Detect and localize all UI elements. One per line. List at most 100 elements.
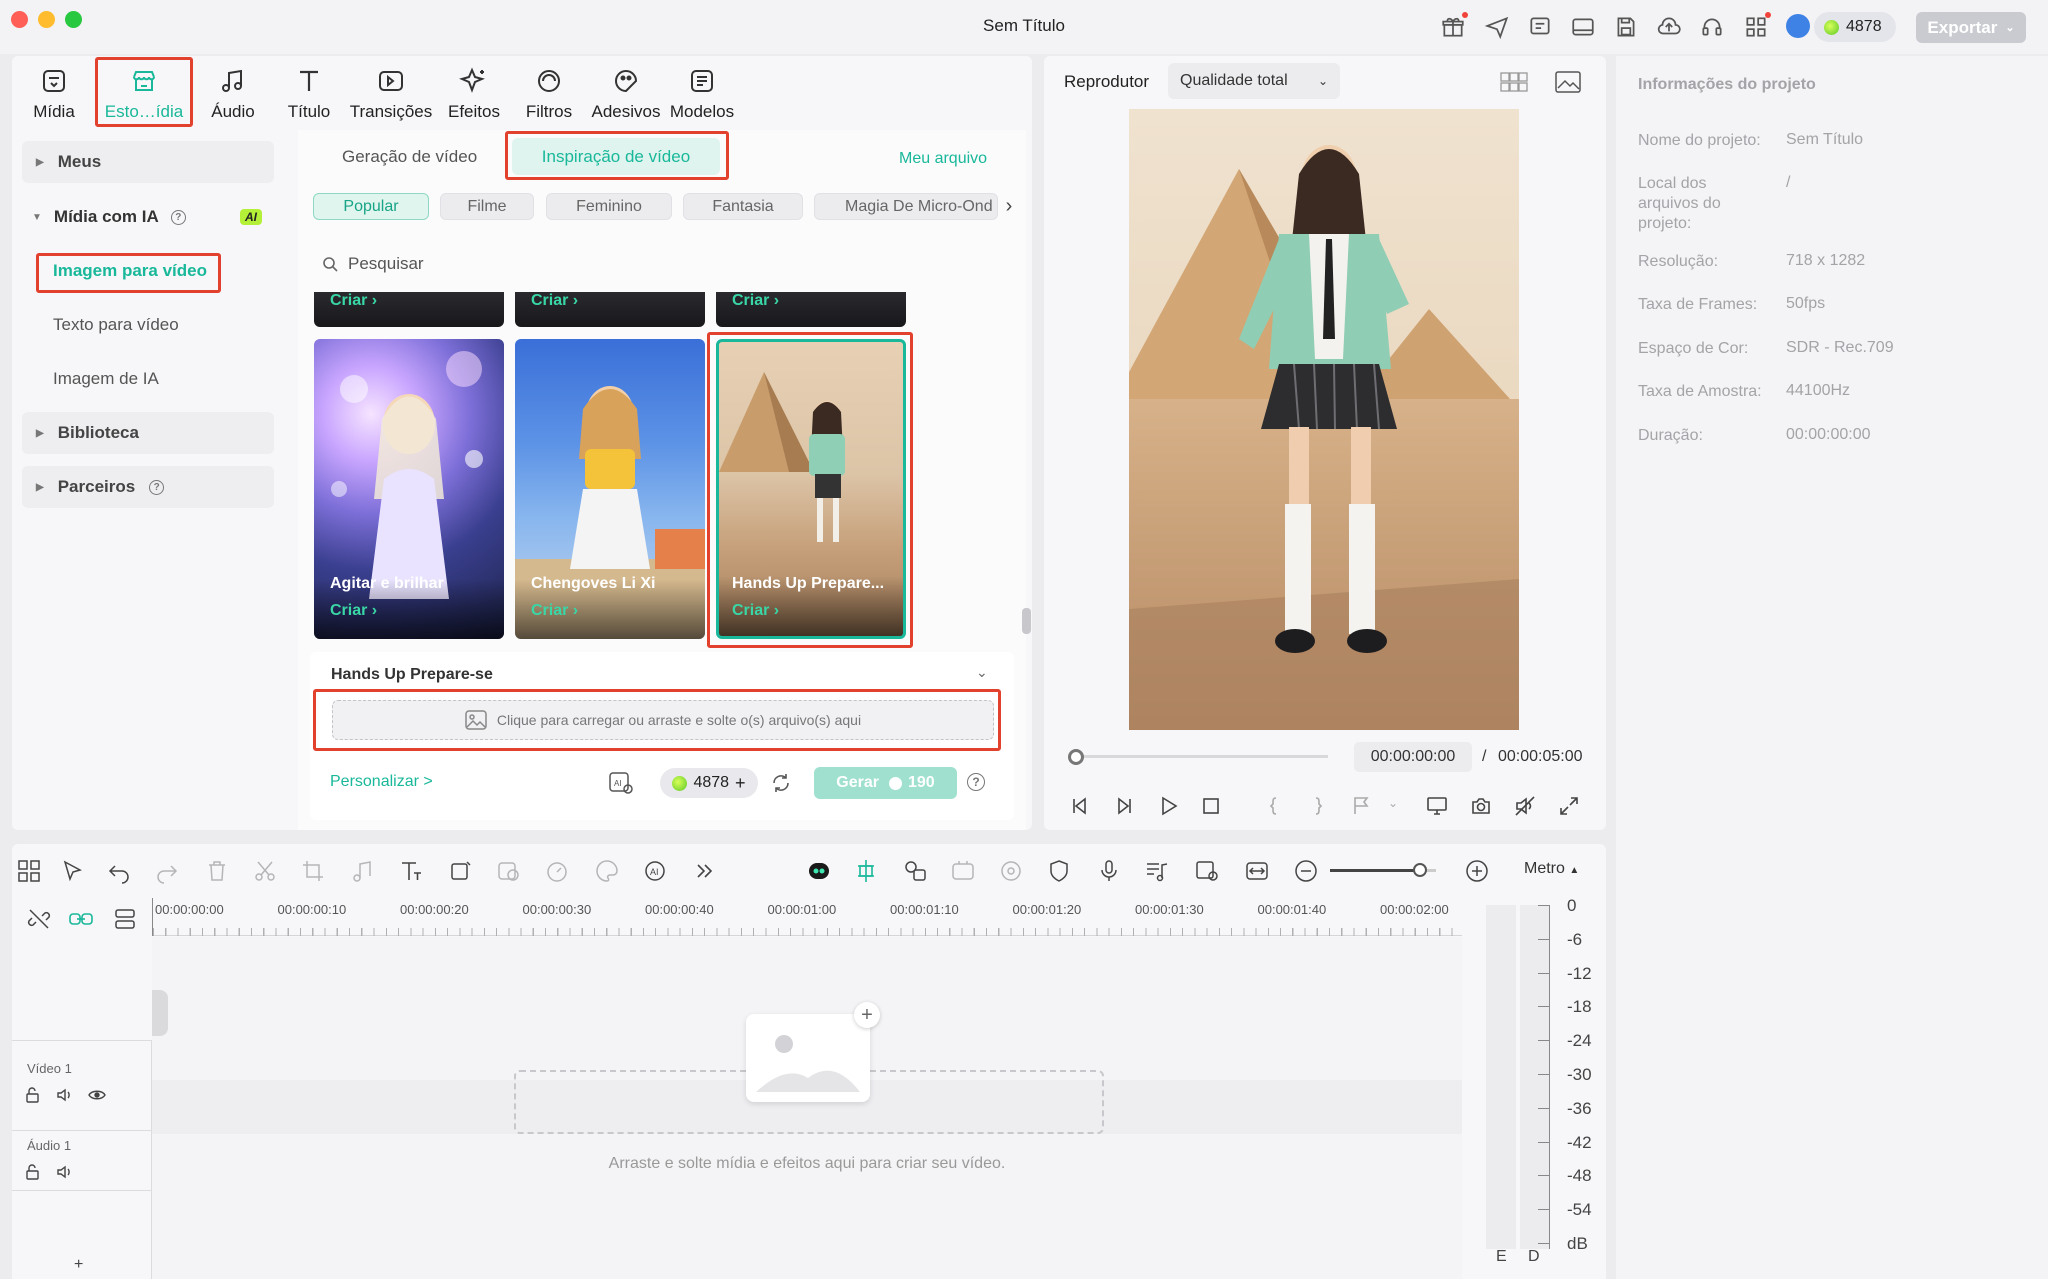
my-file-link[interactable]: Meu arquivo [899,150,987,168]
add-media-icon[interactable]: + [854,1002,880,1028]
quality-select[interactable]: Qualidade total ⌄ [1168,63,1340,99]
sidebar-section-meus[interactable]: ▶ Meus [22,141,274,183]
sidebar-item-text-to-video[interactable]: Texto para vídeo [53,315,179,335]
auto-snap-icon[interactable] [853,858,879,884]
chip-microwave-magic[interactable]: Magia De Micro-Ond [814,193,998,220]
playback-progress-track[interactable] [1074,755,1328,758]
video-preview[interactable] [1129,109,1519,730]
mark-out-icon[interactable] [1306,794,1330,818]
template-card-prev-2[interactable]: Criar › [515,292,705,327]
avatar[interactable] [1786,14,1810,38]
template-card-prev-1[interactable]: Criar › [314,292,504,327]
zoom-slider-handle[interactable] [1413,863,1428,877]
previous-frame-icon[interactable] [1068,794,1092,818]
feedback-icon[interactable] [1527,14,1553,40]
help-icon[interactable]: ? [170,209,186,225]
playhead-handle[interactable] [1068,749,1084,765]
track-volume-icon[interactable] [56,1086,74,1104]
template-card-prev-3[interactable]: Criar › [716,292,906,327]
link-icon[interactable] [68,906,94,932]
export-button[interactable]: Exportar ⌄ [1916,12,2026,43]
sidebar-section-ai-media[interactable]: ▼ Mídia com IA ? AI [22,201,274,233]
credits-badge[interactable]: 4878 [1814,12,1896,42]
shape-tool-icon[interactable] [448,858,474,884]
zoom-out-icon[interactable] [1293,858,1319,884]
chip-popular[interactable]: Popular [313,193,429,220]
text-tool-icon[interactable] [398,858,424,884]
refresh-icon[interactable] [770,772,792,794]
next-frame-icon[interactable] [1112,794,1136,818]
track-visibility-eye-icon[interactable] [88,1086,106,1104]
image-view-icon[interactable] [1555,70,1581,94]
ai-audio-icon[interactable]: AI [642,858,668,884]
template-card-agitar[interactable]: Agitar e brilhar Criar › [314,339,504,639]
save-icon[interactable] [1613,14,1639,40]
microphone-icon[interactable] [1096,858,1122,884]
add-track-button[interactable]: + [74,1256,83,1274]
tab-video-generation[interactable]: Geração de vídeo [342,147,477,167]
tab-templates[interactable]: Modelos [656,60,748,122]
sidebar-item-ai-image[interactable]: Imagem de IA [53,369,159,389]
lock-track-icon[interactable] [24,1086,42,1104]
grid-view-icon[interactable] [1500,71,1528,93]
content-scrollbar[interactable] [1022,608,1031,634]
cloud-upload-icon[interactable] [1656,14,1682,40]
search-input[interactable]: Pesquisar [322,254,424,274]
layout-icon[interactable] [1570,14,1596,40]
help-icon[interactable]: ? [149,479,165,495]
card-create-link[interactable]: Criar › [531,602,578,620]
generate-button[interactable]: Gerar 190 [814,767,957,799]
preview-eye-icon[interactable] [1194,858,1220,884]
chip-film[interactable]: Filme [440,193,534,220]
audio-list-icon[interactable] [1144,858,1170,884]
card-create-link[interactable]: Criar › [330,602,377,620]
scene-detect-icon[interactable] [902,858,928,884]
track-volume-icon[interactable] [56,1163,74,1181]
meter-menu[interactable]: Metro ▲ [1524,860,1579,878]
customize-link[interactable]: Personalizar > [330,773,433,791]
headset-icon[interactable] [1699,14,1725,40]
sidebar-section-parceiros[interactable]: ▶ Parceiros ? [22,466,274,508]
send-icon[interactable] [1484,14,1510,40]
chip-feminine[interactable]: Feminino [546,193,672,220]
speed-icon[interactable] [544,858,570,884]
unlink-icon[interactable] [26,906,52,932]
track-collapse-handle[interactable] [152,990,168,1036]
audio-edit-icon[interactable] [350,858,376,884]
chip-fantasy[interactable]: Fantasia [683,193,803,220]
play-icon[interactable] [1156,794,1180,818]
gift-icon[interactable] [1440,12,1468,40]
more-tools-icon[interactable] [692,858,718,884]
mark-in-icon[interactable] [1262,794,1286,818]
display-icon[interactable] [1425,794,1449,818]
ai-image-icon[interactable]: AI [608,770,634,796]
layout-grid-icon[interactable] [16,858,42,884]
scissors-icon[interactable] [252,858,278,884]
select-tool-icon[interactable] [60,858,86,884]
collapse-chevron-icon[interactable]: ⌄ [976,664,988,681]
sidebar-section-biblioteca[interactable]: ▶ Biblioteca [22,412,274,454]
color-palette-icon[interactable] [594,858,620,884]
crop-icon[interactable] [300,858,326,884]
apps-grid-icon[interactable] [1743,12,1771,40]
help-icon[interactable]: ? [967,773,985,791]
template-card-chengoves[interactable]: Chengoves Li Xi Criar › [515,339,705,639]
stop-icon[interactable] [1199,794,1223,818]
tab-media[interactable]: Mídia [8,60,100,122]
tab-transitions[interactable]: Transições [345,60,437,122]
redo-icon[interactable] [154,858,180,884]
undo-icon[interactable] [106,858,132,884]
mask-icon[interactable] [496,858,522,884]
audio-mute-icon[interactable] [1513,794,1537,818]
zoom-in-icon[interactable] [1464,858,1490,884]
snapshot-icon[interactable] [1469,794,1493,818]
shield-icon[interactable] [1046,858,1072,884]
fullscreen-icon[interactable] [1557,794,1581,818]
marker-dropdown-icon[interactable]: ⌄ [1388,796,1398,810]
ai-clip-icon[interactable] [950,858,976,884]
current-time-display[interactable]: 00:00:00:00 [1354,742,1472,772]
track-manager-icon[interactable] [112,906,138,932]
ai-robot-icon[interactable] [806,858,832,884]
marker-icon[interactable] [1350,794,1374,818]
chevron-right-icon[interactable]: › [998,193,1020,220]
